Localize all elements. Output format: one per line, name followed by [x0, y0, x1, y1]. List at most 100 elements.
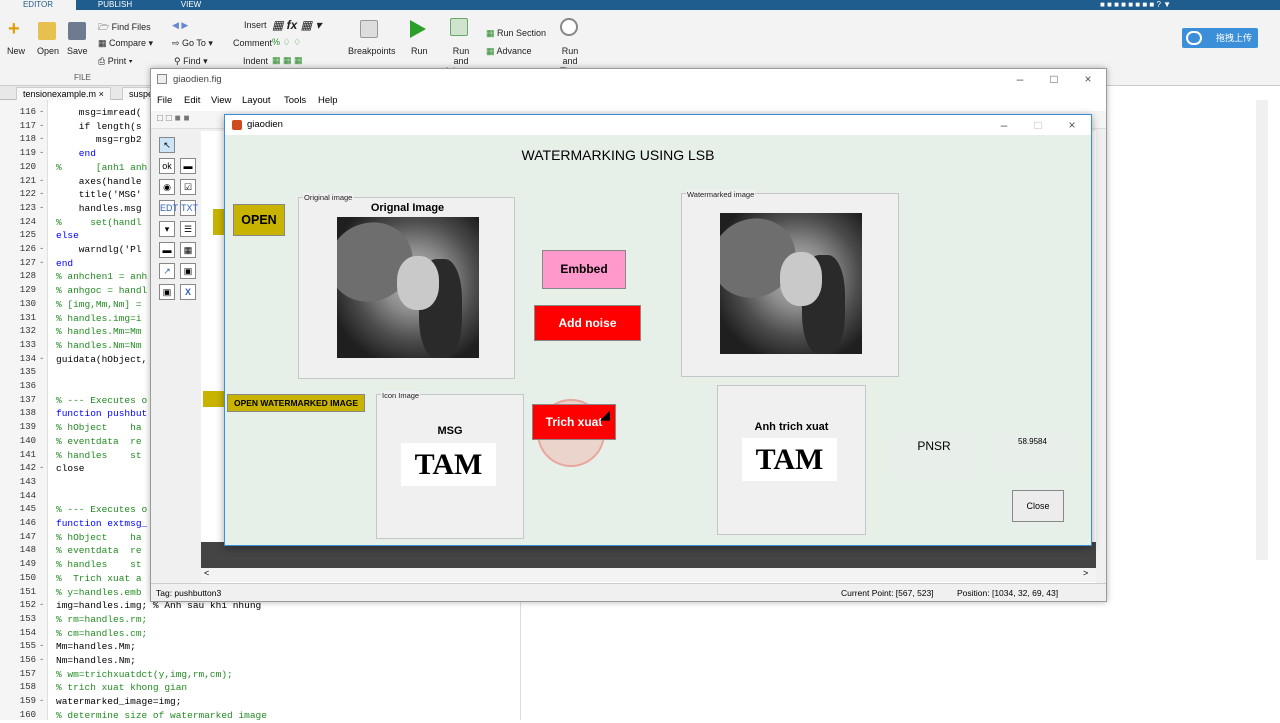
minimize-button[interactable]: – [1003, 72, 1037, 86]
menu-layout[interactable]: Layout [242, 95, 271, 106]
code-line[interactable]: % determine size of watermarked image [56, 709, 267, 723]
code-line[interactable]: if length(s [56, 120, 142, 134]
breakpoint-marker[interactable] [39, 503, 47, 517]
breakpoint-marker[interactable]: - [39, 640, 47, 654]
table-tool-icon[interactable]: ▦ [180, 242, 196, 258]
breakpoint-marker[interactable] [39, 325, 47, 339]
breakpoint-marker[interactable] [39, 544, 47, 558]
find-files-button[interactable]: 🗁 Find Files [98, 20, 151, 36]
open-button[interactable]: OPEN [233, 204, 285, 236]
comment-button[interactable]: Comment [233, 38, 272, 48]
code-line[interactable]: % trich xuat khong gian [56, 681, 187, 695]
breakpoint-marker[interactable] [39, 366, 47, 380]
menu-file[interactable]: File [157, 95, 172, 106]
horizontal-scrollbar[interactable]: < > [201, 568, 1096, 582]
breakpoint-marker[interactable]: - [39, 133, 47, 147]
run-button[interactable]: Run [411, 46, 428, 56]
indent-icons[interactable]: ▦ ▦ ▦ [272, 55, 303, 66]
toolbar-icons[interactable]: □ □ ■ ■ [157, 113, 190, 124]
code-line[interactable]: % rm=handles.rm; [56, 613, 147, 627]
code-line[interactable]: function extmsg_ [56, 517, 147, 531]
code-line[interactable]: % hObject ha [56, 531, 142, 545]
close-window-button[interactable]: × [1071, 72, 1105, 86]
code-line[interactable]: close [56, 462, 85, 476]
run-section-button[interactable]: ▦ Run Section [486, 28, 546, 39]
breakpoint-marker[interactable] [39, 476, 47, 490]
menu-tools[interactable]: Tools [284, 95, 306, 106]
listbox-tool-icon[interactable]: ☰ [180, 221, 196, 237]
breakpoint-marker[interactable]: - [39, 353, 47, 367]
buttongroup-tool-icon[interactable]: ▣ [159, 284, 175, 300]
code-line[interactable]: % handles.Mm=Mm [56, 325, 142, 339]
edit-tool-icon[interactable]: EDT [159, 200, 178, 216]
advance-button[interactable]: ▦ Advance [486, 46, 532, 57]
code-line[interactable]: % anhgoc = handl [56, 284, 147, 298]
breakpoint-marker[interactable] [39, 681, 47, 695]
go-to-button[interactable]: ⇨ Go To ▾ [172, 38, 213, 49]
code-line[interactable]: handles.msg [56, 202, 142, 216]
code-line[interactable]: % handles st [56, 449, 142, 463]
menu-help[interactable]: Help [318, 95, 338, 106]
popup-tool-icon[interactable]: ▾ [159, 221, 175, 237]
code-line[interactable]: Mm=handles.Mm; [56, 640, 136, 654]
breakpoint-marker[interactable] [39, 298, 47, 312]
code-line[interactable]: function pushbut [56, 407, 147, 421]
breakpoint-marker[interactable] [39, 586, 47, 600]
breakpoint-marker[interactable] [39, 284, 47, 298]
code-line[interactable]: title('MSG' [56, 188, 142, 202]
panel-tool-icon[interactable]: ▣ [180, 263, 196, 279]
code-line[interactable]: % handles.Nm=Nm [56, 339, 142, 353]
breakpoint-marker[interactable]: - [39, 188, 47, 202]
breakpoint-marker[interactable] [39, 339, 47, 353]
code-line[interactable]: Nm=handles.Nm; [56, 654, 136, 668]
code-line[interactable]: axes(handle [56, 175, 142, 189]
code-line[interactable]: % handles st [56, 558, 142, 572]
vertical-scrollbar[interactable] [1256, 100, 1268, 560]
code-line[interactable]: % anhchen1 = anh [56, 270, 147, 284]
open-watermarked-button[interactable]: OPEN WATERMARKED IMAGE [227, 394, 365, 412]
tab-view[interactable]: VIEW [156, 0, 226, 10]
new-button[interactable]: New [7, 46, 25, 56]
insert-icons[interactable]: ▦ fx ▦ ▾ [272, 18, 321, 32]
breakpoint-marker[interactable] [39, 490, 47, 504]
breakpoint-marker[interactable]: - [39, 202, 47, 216]
breakpoint-marker[interactable]: - [39, 654, 47, 668]
print-button[interactable]: ⎙ Print ▾ [98, 56, 133, 67]
code-line[interactable]: % --- Executes o [56, 503, 147, 517]
breakpoint-marker[interactable] [39, 407, 47, 421]
breakpoint-marker[interactable]: - [39, 175, 47, 189]
open-button[interactable]: Open [37, 46, 59, 56]
code-line[interactable]: watermarked_image=img; [56, 695, 181, 709]
indent-button[interactable]: Indent [243, 56, 268, 66]
breakpoint-marker[interactable] [39, 627, 47, 641]
breakpoint-marker[interactable] [39, 435, 47, 449]
code-line[interactable]: msg=imread( [56, 106, 142, 120]
menu-edit[interactable]: Edit [184, 95, 200, 106]
add-noise-button[interactable]: Add noise [534, 305, 641, 341]
breakpoint-marker[interactable] [39, 312, 47, 326]
fig-close-button[interactable]: × [1055, 118, 1089, 132]
scroll-left-icon[interactable]: < [204, 568, 209, 578]
breakpoint-marker[interactable] [39, 572, 47, 586]
slider-tool-icon[interactable]: ▬ [180, 158, 196, 174]
compare-button[interactable]: ▦ Compare ▾ [98, 38, 153, 49]
code-line[interactable]: % --- Executes o [56, 394, 147, 408]
menu-view[interactable]: View [211, 95, 231, 106]
breakpoint-marker[interactable] [39, 270, 47, 284]
select-tool-icon[interactable]: ↖ [159, 137, 175, 153]
activex-tool-icon[interactable]: X [180, 284, 196, 300]
breakpoint-marker[interactable] [39, 421, 47, 435]
code-line[interactable]: % [img,Mm,Nm] = [56, 298, 142, 312]
quick-access-icons[interactable]: ■ ■ ■ ■ ■ ■ ■ ■ ? ▼ [1100, 0, 1270, 10]
breakpoint-marker[interactable] [39, 668, 47, 682]
text-tool-icon[interactable]: TXT [180, 200, 198, 216]
breakpoint-marker[interactable]: - [39, 106, 47, 120]
close-icon[interactable]: × [99, 89, 104, 99]
checkbox-tool-icon[interactable]: ☑ [180, 179, 196, 195]
breakpoint-marker[interactable] [39, 558, 47, 572]
code-line[interactable]: % eventdata re [56, 435, 142, 449]
scroll-right-icon[interactable]: > [1083, 568, 1088, 578]
code-line[interactable]: % set(handl [56, 216, 142, 230]
breakpoint-marker[interactable] [39, 517, 47, 531]
back-forward-icon[interactable]: ◀ ▶ [172, 20, 188, 31]
